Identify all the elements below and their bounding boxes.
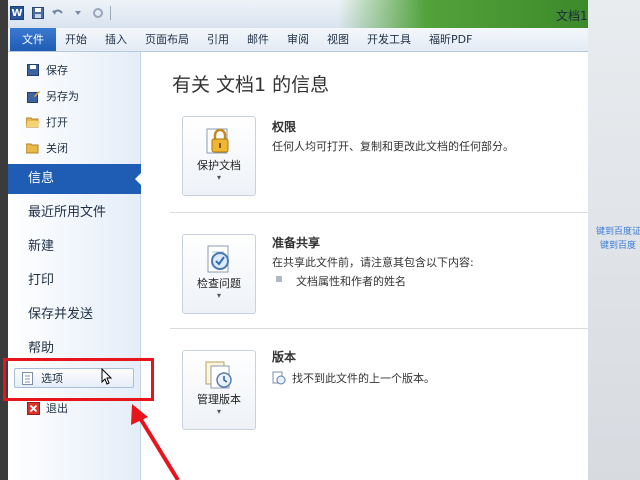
save-icon[interactable] [30,5,46,21]
nav-new[interactable]: 新建 [8,232,141,262]
screenshot-stage: W 文档1 文件 开始 插入 页面布局 引用 邮件 审阅 视图 开发工具 福昕P… [0,0,640,480]
nav-new-label: 新建 [28,239,55,254]
desktop-edge [0,0,8,480]
backstage-nav: 保存 另存为 打开 关闭 信息 最近所用文件 新建 打印 保存并发送 帮助 选项… [8,52,142,480]
nav-save-send[interactable]: 保存并发送 [8,300,141,330]
check-issues-button[interactable]: 检查问题 ▾ [182,234,256,314]
nav-recent[interactable]: 最近所用文件 [8,198,141,228]
open-folder-icon [26,115,40,129]
tab-review[interactable]: 审阅 [278,28,318,51]
nav-save-as[interactable]: 另存为 [26,86,79,106]
nav-help-label: 帮助 [28,341,55,356]
word-app-icon[interactable]: W [10,6,24,20]
bullet-marker [276,276,282,282]
chevron-down-icon: ▾ [216,291,221,300]
versions-icon [203,359,235,391]
tab-insert[interactable]: 插入 [96,28,136,51]
section-divider [170,212,588,213]
qat-separator [110,6,111,20]
nav-save-as-label: 另存为 [46,90,79,103]
tab-file[interactable]: 文件 [10,28,56,51]
title-bar: W 文档1 [8,0,588,28]
info-panel: 有关 文档1 的信息 保护文档 ▾ 权限 任何人均可打开、复制和更改此文档的任何… [142,52,588,480]
section-divider [170,328,588,329]
page-title: 有关 文档1 的信息 [172,74,330,96]
permissions-text: 任何人均可打开、复制和更改此文档的任何部分。 [272,140,514,153]
tab-references[interactable]: 引用 [198,28,238,51]
nav-info-label: 信息 [28,171,55,186]
nav-close[interactable]: 关闭 [26,138,68,158]
save-as-icon [26,89,40,103]
lock-icon [203,125,235,157]
prepare-heading: 准备共享 [272,236,321,250]
highlight-box [3,358,154,401]
nav-open[interactable]: 打开 [26,112,68,132]
version-doc-icon [272,370,286,385]
nav-print[interactable]: 打印 [8,266,141,296]
tab-view[interactable]: 视图 [318,28,358,51]
word-window: W 文档1 文件 开始 插入 页面布局 引用 邮件 审阅 视图 开发工具 福昕P… [8,0,588,480]
nav-save-label: 保存 [46,64,68,77]
prepare-bullet-text: 文档属性和作者的姓名 [296,275,406,288]
manage-versions-label: 管理版本 [197,393,241,406]
nav-exit-label: 退出 [46,402,68,415]
nav-save-send-label: 保存并发送 [28,307,94,322]
nav-close-label: 关闭 [46,142,68,155]
tab-home[interactable]: 开始 [56,28,96,51]
title-band [338,0,588,28]
nav-info[interactable]: 信息 [8,164,142,194]
nav-active-arrow [135,172,142,186]
versions-heading: 版本 [272,350,297,364]
nav-recent-label: 最近所用文件 [28,205,107,220]
undo-icon[interactable] [50,5,66,21]
quick-access-toolbar [30,5,111,21]
background-text-line1: 键到百度证 [596,227,640,237]
tab-foxit-pdf[interactable]: 福昕PDF [420,28,481,51]
versions-text: 找不到此文件的上一个版本。 [292,372,435,385]
tab-mailings[interactable]: 邮件 [238,28,278,51]
nav-print-label: 打印 [28,273,55,288]
chevron-down-icon: ▾ [216,407,221,416]
exit-icon [26,401,40,415]
redo-icon[interactable] [90,5,106,21]
nav-exit[interactable]: 退出 [26,398,68,418]
check-issues-label: 检查问题 [197,277,241,290]
inspect-document-icon [203,243,235,275]
chevron-down-icon: ▾ [216,173,221,182]
document-title: 文档1 [556,9,588,23]
protect-document-button[interactable]: 保护文档 ▾ [182,116,256,196]
ribbon-tab-bar: 文件 开始 插入 页面布局 引用 邮件 审阅 视图 开发工具 福昕PDF [8,28,588,52]
tab-developer[interactable]: 开发工具 [358,28,420,51]
protect-document-label: 保护文档 [197,159,241,172]
nav-open-label: 打开 [46,116,68,129]
prepare-text: 在共享此文件前，请注意其包含以下内容: [272,256,474,269]
background-text-line2: 键到百度 [600,241,637,251]
save-icon [26,63,40,77]
manage-versions-button[interactable]: 管理版本 ▾ [182,350,256,430]
nav-save[interactable]: 保存 [26,60,68,80]
undo-dropdown-icon[interactable] [70,5,86,21]
close-folder-icon [26,141,40,155]
tab-page-layout[interactable]: 页面布局 [136,28,198,51]
permissions-heading: 权限 [272,120,297,134]
